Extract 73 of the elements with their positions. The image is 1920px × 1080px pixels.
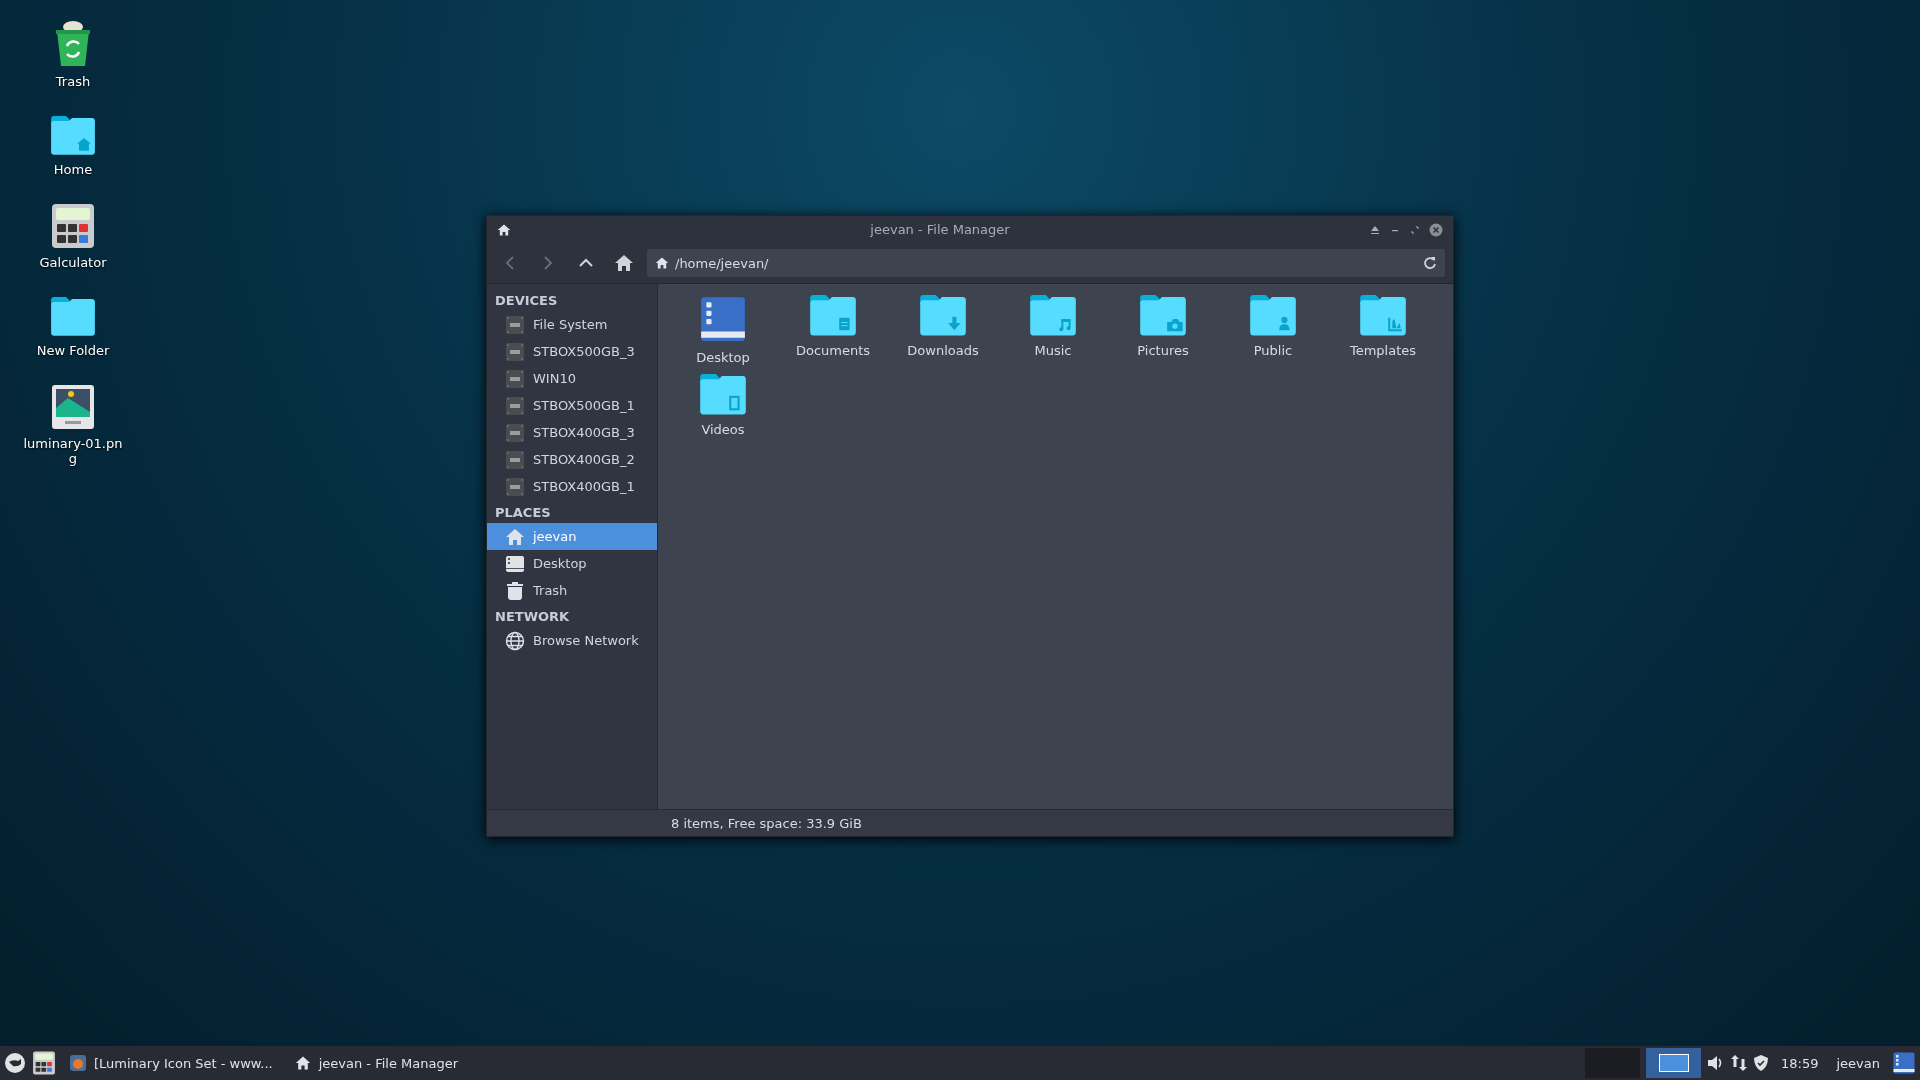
folder-icon (1358, 294, 1408, 337)
close-icon[interactable] (1429, 222, 1443, 237)
file-label[interactable]: Music (1034, 342, 1072, 358)
hard-drive-icon (505, 341, 525, 362)
home-icon (505, 526, 525, 547)
hard-drive-icon (505, 395, 525, 416)
file-label[interactable]: Public (1253, 342, 1293, 358)
window-title: jeevan - File Manager (869, 222, 1011, 237)
image-file-icon (51, 383, 95, 430)
file-label[interactable]: Pictures (1137, 342, 1189, 358)
file-label[interactable]: Downloads (907, 342, 979, 358)
sidebar-item[interactable]: File System (487, 311, 657, 338)
hard-drive-icon (505, 314, 525, 335)
sidebar-heading: DEVICES (494, 292, 559, 310)
sidebar-heading: NETWORK (494, 608, 571, 626)
hard-drive-icon (505, 422, 525, 443)
location-field[interactable]: /home/jeevan/ (647, 249, 1445, 277)
sidebar-item[interactable]: Desktop (487, 550, 657, 577)
file-label[interactable]: Documents (795, 342, 871, 358)
folder-icon (808, 294, 858, 337)
user-name[interactable]: jeevan (1830, 1055, 1886, 1071)
folder-icon (49, 295, 97, 337)
home-button-icon (614, 253, 634, 273)
file-label[interactable]: Videos (701, 421, 745, 437)
folder-icon (918, 294, 968, 337)
sidebar-item[interactable]: STBOX400GB_3 (487, 419, 657, 446)
desktop-icon-label[interactable]: Home (23, 161, 123, 177)
sidebar-item[interactable]: Browse Network (487, 627, 657, 654)
task-button[interactable]: [Luminary Icon Set - www... (62, 1048, 281, 1078)
workspace-button[interactable] (1646, 1048, 1701, 1078)
reload-icon[interactable] (1423, 256, 1437, 270)
shield-icon[interactable] (1753, 1054, 1769, 1072)
trash-bin-icon (53, 20, 93, 68)
browser-icon (70, 1055, 86, 1071)
desktop-icon-label[interactable]: Galculator (23, 254, 123, 270)
sidebar-item[interactable]: Trash (487, 577, 657, 604)
hard-drive-icon (505, 449, 525, 470)
sidebar-item[interactable]: STBOX500GB_3 (487, 338, 657, 365)
sidebar-item[interactable]: STBOX500GB_1 (487, 392, 657, 419)
folder-icon (698, 373, 748, 416)
calculator-launcher-icon (32, 1051, 56, 1075)
desktop-icon (505, 553, 525, 574)
file-label[interactable]: Templates (1349, 342, 1417, 358)
home-icon (294, 1055, 311, 1071)
status-bar: 8 items, Free space: 33.9 GiB (487, 809, 1453, 836)
folder-icon (1028, 294, 1078, 337)
sidebar-item[interactable]: STBOX400GB_1 (487, 473, 657, 500)
sidebar-item[interactable]: STBOX400GB_2 (487, 446, 657, 473)
desktop-icon-label[interactable]: New Folder (23, 342, 123, 358)
hard-drive-icon (505, 368, 525, 389)
sidebar-item[interactable]: WIN10 (487, 365, 657, 392)
folder-icon (1248, 294, 1298, 337)
desktop-icon-label[interactable]: Trash (23, 74, 123, 89)
globe-icon (505, 630, 525, 651)
desktop-folder-icon (698, 294, 748, 344)
task-button[interactable]: jeevan - File Manager (286, 1048, 467, 1078)
hard-drive-icon (505, 476, 525, 497)
show-desktop-icon (1892, 1051, 1916, 1075)
home-folder-icon (49, 115, 97, 156)
maximize-icon[interactable] (1409, 223, 1421, 236)
file-label[interactable]: Desktop (696, 350, 750, 365)
back-icon[interactable] (503, 255, 517, 271)
clock[interactable]: 18:59 (1775, 1055, 1825, 1071)
calculator-icon (50, 202, 96, 249)
network-arrows-icon[interactable] (1731, 1054, 1747, 1072)
menu-icon[interactable] (4, 1052, 26, 1074)
sidebar-heading: PLACES (494, 504, 552, 522)
forward-icon[interactable] (541, 255, 555, 271)
home-icon (655, 256, 669, 270)
home-icon (497, 222, 511, 237)
folder-icon (1138, 294, 1188, 337)
trash-icon (505, 580, 525, 601)
desktop-icon-label[interactable]: luminary-01.png (23, 435, 123, 466)
